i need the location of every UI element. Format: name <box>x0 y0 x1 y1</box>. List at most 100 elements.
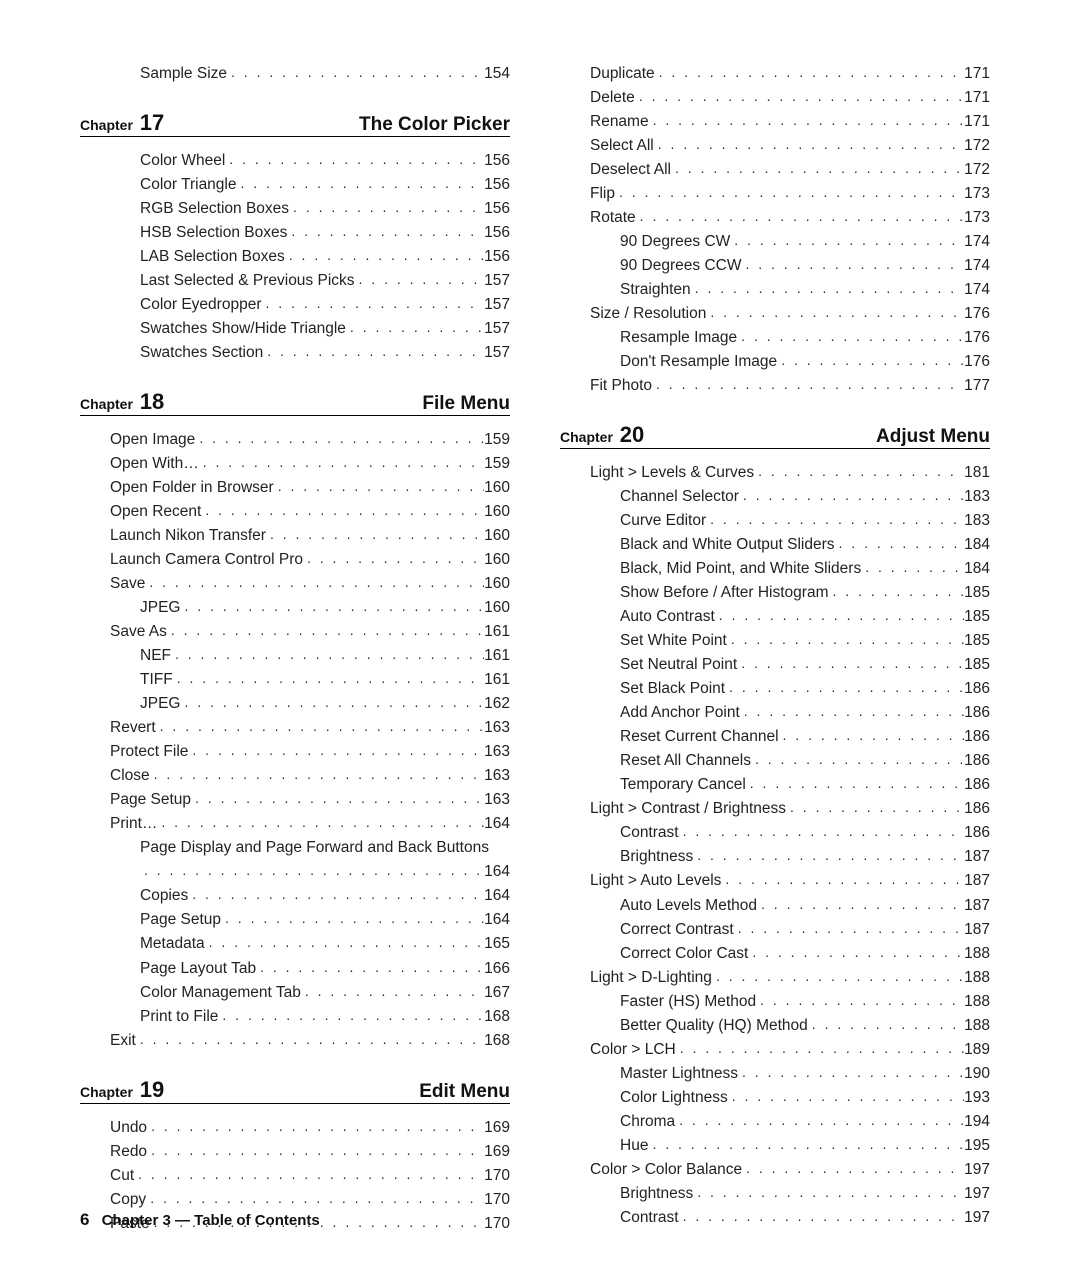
toc-label: Size / Resolution <box>590 302 706 326</box>
toc-entry: Flip. . . . . . . . . . . . . . . . . . … <box>560 182 990 206</box>
right-column: Duplicate . . . . . . . . . . . . . . . .… <box>560 62 990 1236</box>
chapter-heading: Chapter 19Edit Menu <box>80 1077 510 1104</box>
toc-entry: Set Black Point. . . . . . . . . . . . .… <box>560 677 990 701</box>
toc-entry: Add Anchor Point. . . . . . . . . . . . … <box>560 701 990 725</box>
toc-leader-dots: . . . . . . . . . . . . . . . . . . . . … <box>355 269 485 291</box>
toc-leader-dots: . . . . . . . . . . . . . . . . . . . . … <box>648 1134 964 1156</box>
toc-leader-dots: . . . . . . . . . . . . . . . . . . . . … <box>691 278 964 300</box>
toc-label: Revert <box>110 716 156 740</box>
toc-leader-dots: . . . . . . . . . . . . . . . . . . . . … <box>808 1014 964 1036</box>
toc-entry: Launch Camera Control Pro. . . . . . . .… <box>80 548 510 572</box>
toc-leader-dots: . . . . . . . . . . . . . . . . . . . . … <box>145 572 484 594</box>
toc-entry: Curve Editor. . . . . . . . . . . . . . … <box>560 509 990 533</box>
toc-label: Duplicate <box>590 62 655 86</box>
toc-entry: Contrast. . . . . . . . . . . . . . . . … <box>560 821 990 845</box>
toc-page: 160 <box>484 596 510 620</box>
toc-entry: Open Folder in Browser. . . . . . . . . … <box>80 476 510 500</box>
toc-page: 156 <box>484 149 510 173</box>
page: Sample Size . . . . . . . . . . . . . . .… <box>0 0 1080 1276</box>
toc-entry: Duplicate. . . . . . . . . . . . . . . .… <box>560 62 990 86</box>
toc-page: 163 <box>484 788 510 812</box>
toc-label: Launch Nikon Transfer <box>110 524 266 548</box>
chapter-title: Edit Menu <box>419 1081 510 1103</box>
toc-label: Black, Mid Point, and White Sliders <box>620 557 861 581</box>
toc-leader-dots: . . . . . . . . . . . . . . . . . . . . … <box>285 245 484 267</box>
toc-entry: Brightness. . . . . . . . . . . . . . . … <box>560 1182 990 1206</box>
toc-leader-dots: . . . . . . . . . . . . . . . . . . . . … <box>346 317 484 339</box>
toc-page: 186 <box>964 749 990 773</box>
toc-page: 168 <box>484 1005 510 1029</box>
toc-page: 176 <box>964 326 990 350</box>
toc-leader-dots: . . . . . . . . . . . . . . . . . . . . … <box>734 918 964 940</box>
toc-label: Faster (HS) Method <box>620 990 756 1014</box>
toc-label: Black and White Output Sliders <box>620 533 835 557</box>
toc-page: 165 <box>484 932 510 956</box>
toc-entry: Open With…. . . . . . . . . . . . . . . … <box>80 452 510 476</box>
toc-label: Launch Camera Control Pro <box>110 548 303 572</box>
chapter-number: 18 <box>137 389 164 414</box>
toc-leader-dots: . . . . . . . . . . . . . . . . . . . . … <box>173 668 484 690</box>
toc-label: Color > Color Balance <box>590 1158 742 1182</box>
toc-entry: Page Display and Page Forward and Back B… <box>80 836 510 860</box>
toc-page: 184 <box>964 533 990 557</box>
toc-leader-dots: . . . . . . . . . . . . . . . . . . . . … <box>756 990 964 1012</box>
toc-entry: Page Setup. . . . . . . . . . . . . . . … <box>80 908 510 932</box>
toc-leader-dots: . . . . . . . . . . . . . . . . . . . . … <box>739 485 964 507</box>
toc-label: Sample Size <box>140 62 227 86</box>
toc-label: Contrast <box>620 821 679 845</box>
toc-leader-dots: . . . . . . . . . . . . . . . . . . . . … <box>195 428 484 450</box>
toc-label: Set White Point <box>620 629 727 653</box>
toc-entry: Black and White Output Sliders. . . . . … <box>560 533 990 557</box>
toc-label: Page Setup <box>140 908 221 932</box>
chapter-label: Chapter 18 <box>80 389 164 415</box>
toc-leader-dots: . . . . . . . . . . . . . . . . . . . . … <box>263 341 484 363</box>
toc-page: 174 <box>964 230 990 254</box>
chapter-number: 19 <box>137 1077 164 1102</box>
toc-entry: Redo. . . . . . . . . . . . . . . . . . … <box>80 1140 510 1164</box>
toc-leader-dots: . . . . . . . . . . . . . . . . . . . . … <box>730 230 964 252</box>
toc-page: 172 <box>964 134 990 158</box>
toc-leader-dots: . . . . . . . . . . . . . . . . . . . . … <box>180 692 484 714</box>
toc-page: 186 <box>964 773 990 797</box>
chapter-title: Adjust Menu <box>876 426 990 448</box>
toc-page: 161 <box>484 644 510 668</box>
toc-entry: Light > Auto Levels. . . . . . . . . . .… <box>560 869 990 893</box>
toc-leader-dots: . . . . . . . . . . . . . . . . . . . . … <box>140 860 484 882</box>
toc-page: 170 <box>484 1188 510 1212</box>
toc-page: 194 <box>964 1110 990 1134</box>
toc-entry: Launch Nikon Transfer. . . . . . . . . .… <box>80 524 510 548</box>
toc-page: 169 <box>484 1140 510 1164</box>
toc-leader-dots: . . . . . . . . . . . . . . . . . . . . … <box>712 966 964 988</box>
toc-entry: Light > Levels & Curves. . . . . . . . .… <box>560 461 990 485</box>
toc-entry: Show Before / After Histogram. . . . . .… <box>560 581 990 605</box>
toc-label: 90 Degrees CW <box>620 230 730 254</box>
toc-leader-dots: . . . . . . . . . . . . . . . . . . . . … <box>740 701 964 723</box>
toc-entry: LAB Selection Boxes. . . . . . . . . . .… <box>80 245 510 269</box>
toc-label: JPEG <box>140 596 180 620</box>
toc-page: 159 <box>484 428 510 452</box>
toc-page: 164 <box>484 860 510 884</box>
toc-label: RGB Selection Boxes <box>140 197 289 221</box>
toc-label: Page Display and Page Forward and Back B… <box>140 836 489 860</box>
toc-page: 160 <box>484 476 510 500</box>
toc-leader-dots: . . . . . . . . . . . . . . . . . . . . … <box>167 620 484 642</box>
toc-leader-dots: . . . . . . . . . . . . . . . . . . . . … <box>835 533 965 555</box>
toc-label: Last Selected & Previous Picks <box>140 269 355 293</box>
toc-entry: Open Recent. . . . . . . . . . . . . . .… <box>80 500 510 524</box>
toc-label: Auto Levels Method <box>620 894 757 918</box>
toc-page: 187 <box>964 845 990 869</box>
toc-page: 156 <box>484 173 510 197</box>
toc-leader-dots: . . . . . . . . . . . . . . . . . . . . … <box>828 581 964 603</box>
toc-page: 173 <box>964 206 990 230</box>
toc-page: 197 <box>964 1206 990 1230</box>
toc-leader-dots: . . . . . . . . . . . . . . . . . . . . … <box>171 644 484 666</box>
toc-page: 173 <box>964 182 990 206</box>
toc-leader-dots: . . . . . . . . . . . . . . . . . . . . … <box>706 302 964 324</box>
toc-leader-dots: . . . . . . . . . . . . . . . . . . . . … <box>289 197 484 219</box>
toc-page: 189 <box>964 1038 990 1062</box>
toc-entry: Faster (HS) Method. . . . . . . . . . . … <box>560 990 990 1014</box>
toc-leader-dots: . . . . . . . . . . . . . . . . . . . . … <box>227 62 484 84</box>
toc-label: Metadata <box>140 932 205 956</box>
toc-label: Open With… <box>110 452 199 476</box>
toc-page: 197 <box>964 1182 990 1206</box>
